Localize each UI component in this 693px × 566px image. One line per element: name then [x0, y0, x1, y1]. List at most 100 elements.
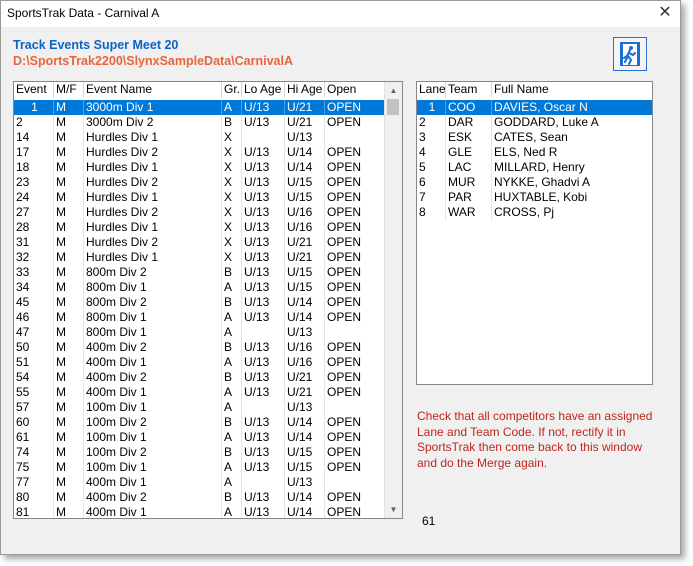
event-row[interactable]: 50 M 400m Div 2 B U/13 U/16 OPEN [14, 340, 402, 355]
event-row[interactable]: 77 M 400m Div 1 A U/13 [14, 475, 402, 490]
lane-row[interactable]: 3 ESK CATES, Sean [417, 130, 652, 145]
lane-row[interactable]: 5 LAC MILLARD, Henry [417, 160, 652, 175]
event-cell: U/15 [285, 280, 325, 295]
event-cell: U/13 [242, 280, 285, 295]
event-row[interactable]: 34 M 800m Div 1 A U/13 U/15 OPEN [14, 280, 402, 295]
event-cell: OPEN [325, 160, 385, 175]
event-row[interactable]: 31 M Hurdles Div 2 X U/13 U/21 OPEN [14, 235, 402, 250]
event-cell: M [54, 340, 84, 355]
event-row[interactable]: 80 M 400m Div 2 B U/13 U/14 OPEN [14, 490, 402, 505]
event-cell: M [54, 325, 84, 340]
event-cell: X [222, 235, 242, 250]
event-row[interactable]: 47 M 800m Div 1 A U/13 [14, 325, 402, 340]
merge-run-button[interactable] [613, 37, 647, 71]
event-cell: OPEN [325, 430, 385, 445]
lane-row[interactable]: 8 WAR CROSS, Pj [417, 205, 652, 220]
events-list[interactable]: Event M/F Event Name Gr. Lo Age Hi Age Open 1M… [13, 81, 403, 519]
event-cell: U/21 [285, 115, 325, 130]
event-cell: U/14 [285, 160, 325, 175]
event-cell: 31 [14, 235, 54, 250]
close-icon[interactable]: ✕ [650, 1, 680, 27]
lane-row[interactable]: 2 DAR GODDARD, Luke A [417, 115, 652, 130]
event-cell: OPEN [325, 460, 385, 475]
event-cell: M [54, 265, 84, 280]
event-row[interactable]: 74 M 100m Div 2 B U/13 U/15 OPEN [14, 445, 402, 460]
event-column-header[interactable]: Open [325, 82, 385, 97]
event-row[interactable]: 32 M Hurdles Div 1 X U/13 U/21 OPEN [14, 250, 402, 265]
event-cell: U/13 [242, 340, 285, 355]
event-cell: 17 [14, 145, 54, 160]
event-cell [325, 475, 385, 490]
event-column-header[interactable]: Lo Age [242, 82, 285, 97]
event-cell: OPEN [325, 385, 385, 400]
scroll-up-icon[interactable]: ▲ [385, 82, 402, 99]
event-row[interactable]: 17 M Hurdles Div 2 X U/13 U/14 OPEN [14, 145, 402, 160]
event-row[interactable]: 60 M 100m Div 2 B U/13 U/14 OPEN [14, 415, 402, 430]
event-cell: M [54, 190, 84, 205]
lane-cell: DAR [446, 115, 492, 130]
event-column-header[interactable]: M/F [54, 82, 84, 97]
event-row[interactable]: 51 M 400m Div 1 A U/13 U/16 OPEN [14, 355, 402, 370]
event-row[interactable]: 75 M 100m Div 1 A U/13 U/15 OPEN [14, 460, 402, 475]
event-cell: 100m Div 1 [84, 430, 222, 445]
event-cell: B [222, 490, 242, 505]
event-column-header[interactable]: Event [14, 82, 54, 97]
event-cell: 100m Div 1 [84, 400, 222, 415]
event-cell: U/13 [242, 460, 285, 475]
event-cell: U/21 [285, 370, 325, 385]
lane-row[interactable]: 4 GLE ELS, Ned R [417, 145, 652, 160]
event-cell: Hurdles Div 2 [84, 235, 222, 250]
event-row[interactable]: 18 M Hurdles Div 1 X U/13 U/14 OPEN [14, 160, 402, 175]
event-row[interactable]: 54 M 400m Div 2 B U/13 U/21 OPEN [14, 370, 402, 385]
lane-cell: 7 [417, 190, 446, 205]
event-row[interactable]: 55 M 400m Div 1 A U/13 U/21 OPEN [14, 385, 402, 400]
event-cell: A [222, 400, 242, 415]
lane-column-header[interactable]: Team [446, 82, 492, 97]
events-scrollbar[interactable]: ▲ ▼ [384, 82, 402, 518]
lane-cell: DAVIES, Oscar N [492, 100, 652, 115]
event-cell [325, 325, 385, 340]
event-row[interactable]: 61 M 100m Div 1 A U/13 U/14 OPEN [14, 430, 402, 445]
event-cell: Hurdles Div 1 [84, 160, 222, 175]
lane-cell: 5 [417, 160, 446, 175]
event-column-header[interactable]: Event Name [84, 82, 222, 97]
lane-row[interactable]: 6 MUR NYKKE, Ghadvi A [417, 175, 652, 190]
event-cell: 3000m Div 2 [84, 115, 222, 130]
event-cell [242, 475, 285, 490]
event-row[interactable]: 45 M 800m Div 2 B U/13 U/14 OPEN [14, 295, 402, 310]
event-cell: 400m Div 2 [84, 340, 222, 355]
lanes-list[interactable]: Lane Team Full Name 1 COO DAVIES, Oscar N 2 DA… [416, 81, 653, 385]
lane-row[interactable]: 1 COO DAVIES, Oscar N [417, 100, 652, 115]
lane-cell: 8 [417, 205, 446, 220]
event-row[interactable]: 24 M Hurdles Div 1 X U/13 U/15 OPEN [14, 190, 402, 205]
event-row[interactable]: 1 M 3000m Div 1 A U/13 U/21 OPEN [14, 100, 402, 115]
lane-column-header[interactable]: Lane [417, 82, 446, 97]
event-column-header[interactable]: Gr. [222, 82, 242, 97]
lane-column-header[interactable]: Full Name [492, 82, 652, 97]
event-row[interactable]: 23 M Hurdles Div 2 X U/13 U/15 OPEN [14, 175, 402, 190]
event-row[interactable]: 33 M 800m Div 2 B U/13 U/15 OPEN [14, 265, 402, 280]
event-row[interactable]: 81 M 400m Div 1 A U/13 U/14 OPEN [14, 505, 402, 518]
event-cell: U/13 [242, 430, 285, 445]
event-cell: 51 [14, 355, 54, 370]
event-column-header[interactable]: Hi Age [285, 82, 325, 97]
event-cell: U/14 [285, 430, 325, 445]
event-cell: 3000m Div 1 [84, 100, 222, 115]
scroll-down-icon[interactable]: ▼ [385, 501, 402, 518]
event-row[interactable]: 57 M 100m Div 1 A U/13 [14, 400, 402, 415]
event-row[interactable]: 28 M Hurdles Div 1 X U/13 U/16 OPEN [14, 220, 402, 235]
event-cell: B [222, 415, 242, 430]
lane-cell: NYKKE, Ghadvi A [492, 175, 652, 190]
lane-row[interactable]: 7 PAR HUXTABLE, Kobi [417, 190, 652, 205]
sportstrak-data-window: SportsTrak Data - Carnival A ✕ Track Eve… [0, 0, 681, 555]
event-cell: M [54, 130, 84, 145]
event-cell: 100m Div 1 [84, 460, 222, 475]
event-row[interactable]: 27 M Hurdles Div 2 X U/13 U/16 OPEN [14, 205, 402, 220]
events-header: Event M/F Event Name Gr. Lo Age Hi Age Open [14, 82, 402, 98]
event-cell: 100m Div 2 [84, 415, 222, 430]
event-row[interactable]: 2 M 3000m Div 2 B U/13 U/21 OPEN [14, 115, 402, 130]
event-row[interactable]: 46 M 800m Div 1 A U/13 U/14 OPEN [14, 310, 402, 325]
event-row[interactable]: 14 M Hurdles Div 1 X U/13 [14, 130, 402, 145]
scroll-thumb[interactable] [387, 99, 399, 115]
event-cell: U/13 [242, 220, 285, 235]
